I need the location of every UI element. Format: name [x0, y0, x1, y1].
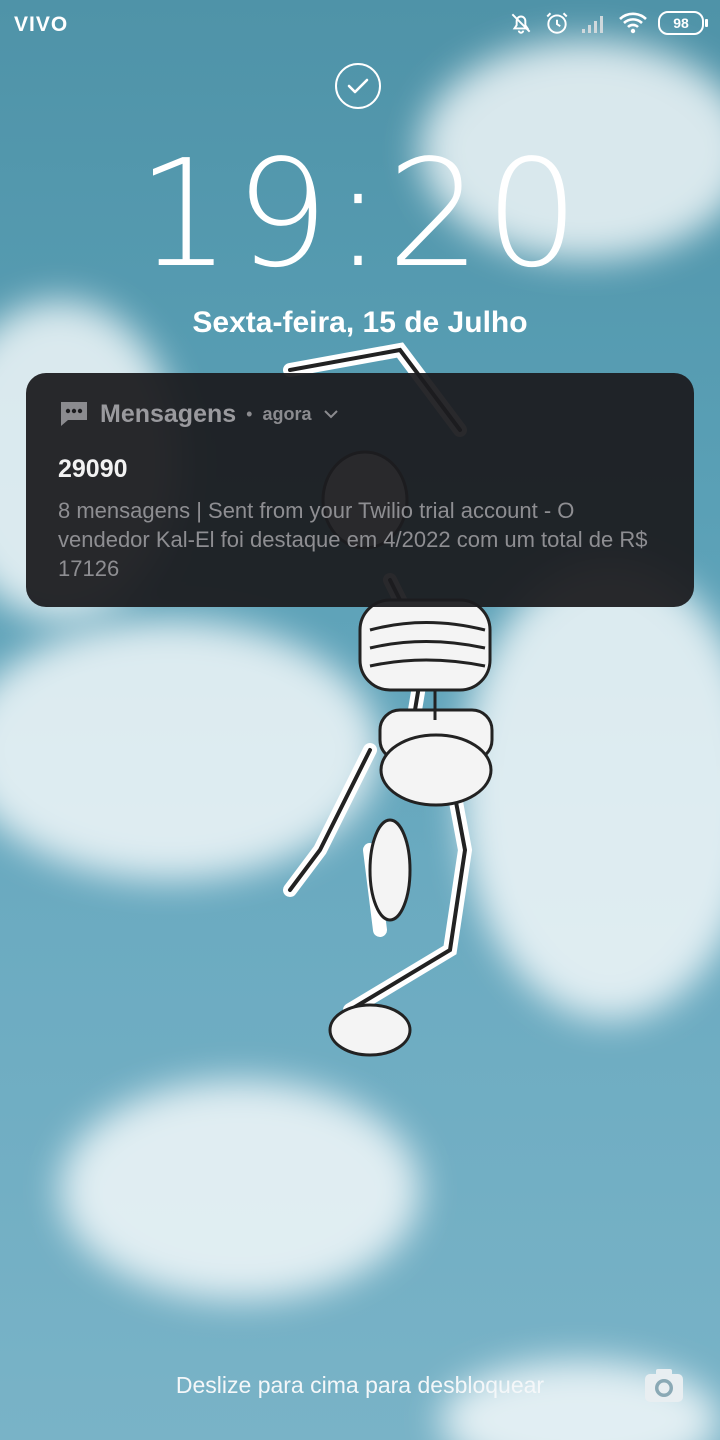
- battery-level: 98: [673, 15, 689, 31]
- notification-sender: 29090: [58, 455, 128, 483]
- lock-date: Sexta-feira, 15 de Julho: [192, 306, 528, 339]
- status-icons: 98: [508, 10, 708, 36]
- lock-screen: VIVO 98 19:20 Sexta-feira, 15 de Julho M…: [0, 0, 720, 1440]
- signal-icon: [582, 16, 603, 33]
- lock-clock: 19:20: [136, 128, 584, 300]
- bell-muted-icon: [511, 13, 531, 34]
- chevron-down-icon[interactable]: [322, 407, 340, 421]
- notification-time: agora: [262, 403, 312, 424]
- camera-icon[interactable]: [642, 1366, 686, 1406]
- notification-header: Mensagens • agora: [58, 399, 662, 429]
- alarm-icon: [546, 12, 568, 34]
- chat-bubble-icon: [61, 402, 87, 426]
- notification-body: 8 mensagens | Sent from your Twilio tria…: [58, 498, 648, 581]
- wifi-icon: [619, 12, 647, 34]
- notification-card[interactable]: Mensagens • agora 29090 8 mensagens | Se…: [26, 373, 694, 607]
- check-circle-icon: [335, 63, 381, 109]
- status-bar: VIVO 98: [0, 0, 720, 48]
- unlock-hint: Deslize para cima para desbloquear: [175, 1372, 545, 1398]
- separator-dot: •: [246, 403, 253, 424]
- notification-app-name: Mensagens: [100, 399, 237, 428]
- carrier-label: VIVO: [14, 13, 69, 36]
- battery-icon: 98: [658, 11, 708, 35]
